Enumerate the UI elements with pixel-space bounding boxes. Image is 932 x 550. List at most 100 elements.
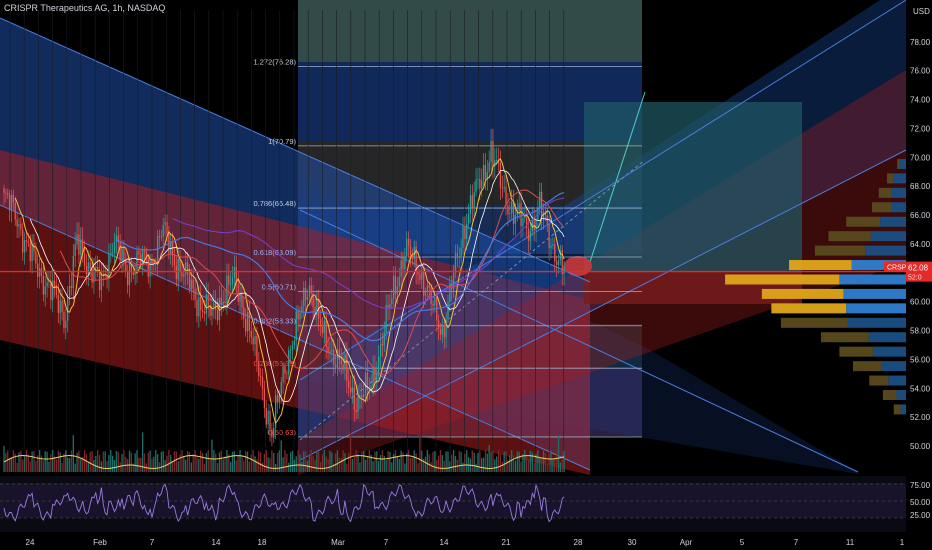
candle-body <box>552 244 554 246</box>
volume-bar <box>509 455 511 472</box>
volume-bar <box>430 462 432 472</box>
candle-body <box>460 247 462 257</box>
volume-bar <box>216 463 219 472</box>
volume-bar <box>91 450 93 472</box>
candle-body <box>349 387 352 393</box>
candle-body <box>196 299 198 317</box>
candle-body <box>329 351 331 354</box>
volume-bar <box>138 457 140 472</box>
volume-bar <box>194 450 196 472</box>
volume-bar <box>533 462 535 472</box>
y-tick-label: 50.00 <box>910 442 931 451</box>
candle-body <box>430 288 432 305</box>
volume-bar <box>321 454 324 472</box>
y-tick-label: 76.00 <box>910 67 931 76</box>
volume-bar <box>38 450 41 472</box>
volume-bar <box>372 461 374 472</box>
candle-body <box>518 203 520 211</box>
volume-bar <box>78 450 80 472</box>
profile-bar-down <box>888 375 906 386</box>
candle-body <box>23 239 26 253</box>
volume-bar <box>205 453 207 472</box>
volume-bar <box>353 456 355 472</box>
volume-bar <box>409 457 412 472</box>
volume-bar <box>76 452 78 472</box>
candle-body <box>216 310 219 321</box>
candle-body <box>432 304 434 306</box>
volume-bar <box>123 450 125 472</box>
y-tick-label: 78.00 <box>910 38 931 47</box>
candle-body <box>447 302 449 320</box>
volume-bar <box>555 450 558 472</box>
volume-bar <box>209 458 211 472</box>
candle-body <box>128 263 131 286</box>
candle-body <box>282 366 284 382</box>
volume-bar <box>143 453 146 472</box>
candle-body <box>173 255 176 266</box>
volume-bar <box>153 456 155 472</box>
volume-bar <box>241 455 243 472</box>
volume-bar <box>449 461 451 472</box>
candle-body <box>392 275 395 299</box>
volume-bar <box>527 459 530 472</box>
volume-bar <box>98 454 101 472</box>
candle-body <box>76 234 78 245</box>
candle-body <box>20 224 22 230</box>
candle-body <box>524 217 526 219</box>
volume-bar <box>419 434 421 472</box>
volume-bar <box>175 451 178 472</box>
x-tick-label: 14 <box>212 538 221 547</box>
volume-bar <box>295 456 297 472</box>
volume-bar <box>93 459 95 472</box>
candle-body <box>269 410 271 430</box>
volume-bar <box>230 461 232 472</box>
volume-bar <box>548 452 550 472</box>
volume-bar <box>246 451 249 472</box>
volume-bar <box>282 457 284 472</box>
candle-body <box>38 268 41 277</box>
volume-bar <box>293 459 296 472</box>
fib-label: 0.618(63.09) <box>253 248 296 257</box>
volume-bar <box>156 454 159 472</box>
volume-bar <box>479 450 481 472</box>
volume-bar <box>89 452 91 472</box>
profile-bar-up <box>886 173 894 184</box>
profile-bar-up <box>771 303 847 314</box>
volume-bar <box>267 457 269 472</box>
candle-body <box>383 332 385 346</box>
candle-body <box>166 222 168 234</box>
volume-bar <box>181 450 183 472</box>
volume-bar <box>387 450 389 472</box>
volume-bar <box>413 450 415 472</box>
candle-body <box>246 312 249 332</box>
candle-body <box>14 202 16 220</box>
candle-body <box>422 271 425 296</box>
candle-body <box>490 140 492 163</box>
candle-body <box>126 271 129 286</box>
volume-bar <box>276 452 279 472</box>
fib-label: 1.272(76.28) <box>253 58 296 67</box>
candle-body <box>259 376 262 378</box>
profile-bar-up <box>814 245 866 256</box>
volume-bar <box>196 457 198 472</box>
candle-body <box>456 253 459 257</box>
candle-body <box>119 242 121 262</box>
volume-bar <box>415 453 417 472</box>
volume-bar <box>477 453 479 472</box>
x-tick-label: 7 <box>384 538 389 547</box>
candle-body <box>12 195 15 203</box>
profile-bar-down <box>900 404 906 415</box>
volume-bar <box>273 452 275 472</box>
volume-bar <box>454 456 457 472</box>
profile-bar-up <box>839 346 874 357</box>
y-tick-label: 68.00 <box>910 182 931 191</box>
volume-bar <box>33 451 35 472</box>
profile-bar-up <box>846 216 881 227</box>
chart-svg[interactable]: 1.272(76.28) 1(70.79) 0.786(66.48) 0.618(63… <box>0 0 932 550</box>
candle-body <box>338 349 340 360</box>
price-tag-value: 62.08 <box>908 264 929 273</box>
volume-bar <box>183 456 185 472</box>
profile-bar-down <box>891 202 906 213</box>
candle-body <box>198 297 200 317</box>
volume-bar <box>22 459 24 472</box>
